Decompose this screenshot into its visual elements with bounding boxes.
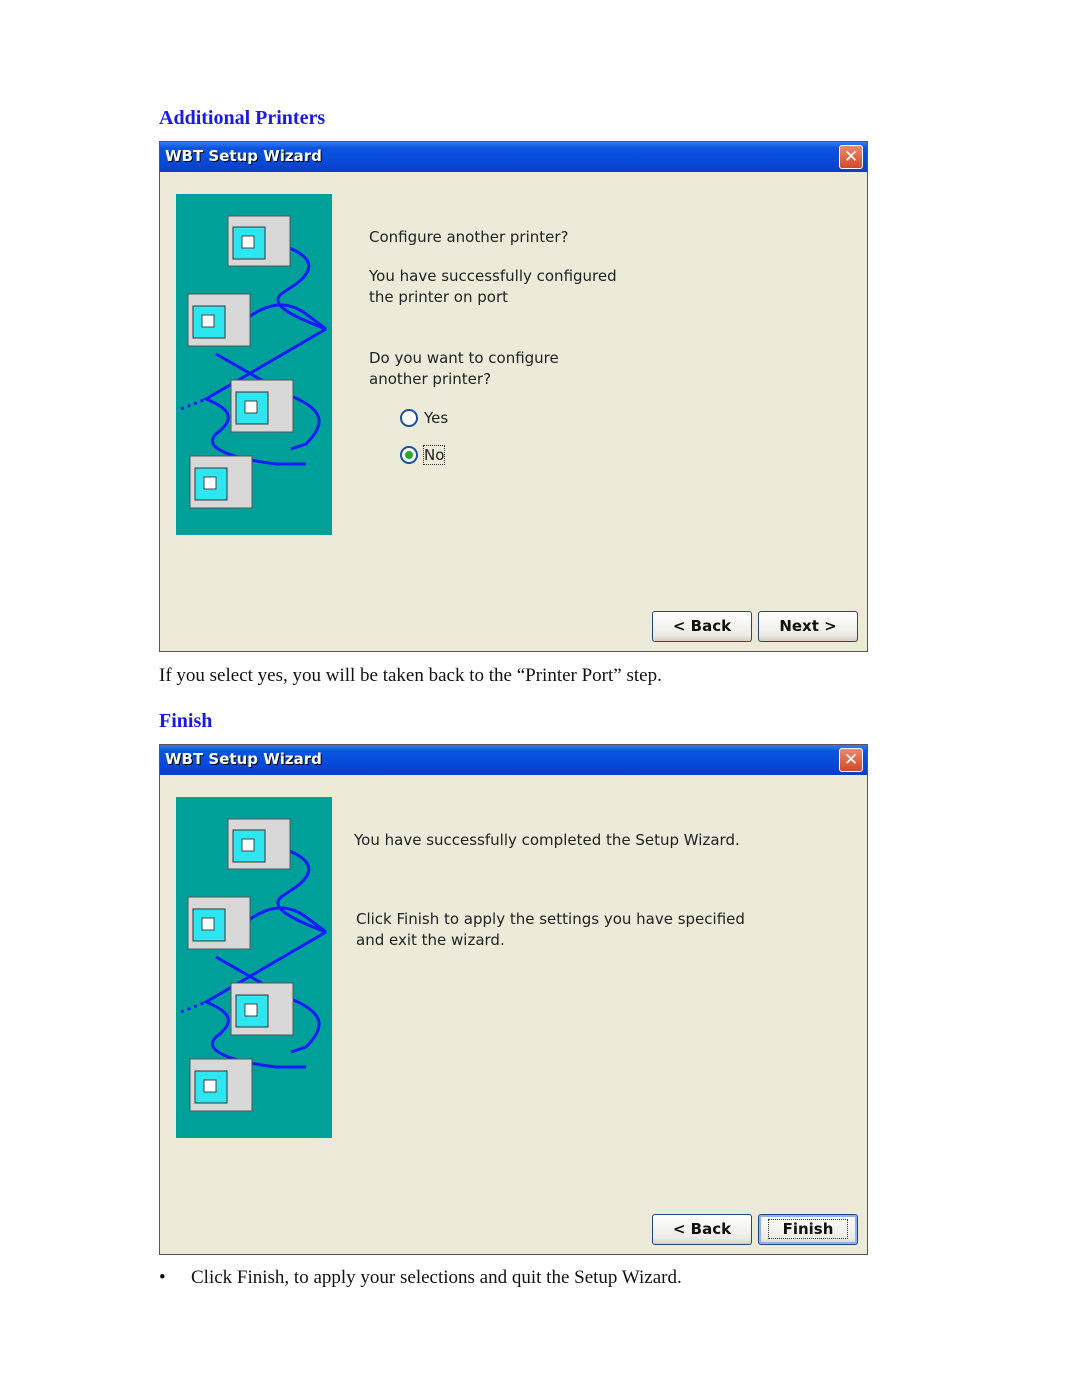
back-button[interactable]: < Back bbox=[652, 611, 752, 642]
wizard-window-additional-printers: WBT Setup Wizard ✕ Configure another pri… bbox=[159, 141, 868, 652]
close-button[interactable]: ✕ bbox=[839, 748, 863, 772]
computer-icon-2 bbox=[187, 293, 251, 347]
caption-printer-port: If you select yes, you will be taken bac… bbox=[159, 665, 662, 686]
computer-icon-3 bbox=[230, 982, 294, 1036]
computer-icon-3 bbox=[230, 379, 294, 433]
title-bar[interactable]: WBT Setup Wizard ✕ bbox=[160, 745, 867, 775]
radio-yes-label[interactable]: Yes bbox=[424, 409, 448, 427]
title-bar[interactable]: WBT Setup Wizard ✕ bbox=[160, 142, 867, 172]
instruction-line-1: Click Finish to apply the settings you h… bbox=[356, 910, 745, 928]
success-line-2: the printer on port bbox=[369, 288, 508, 306]
wizard-window-finish: WBT Setup Wizard ✕ You have successfully… bbox=[159, 744, 868, 1255]
window-title: WBT Setup Wizard bbox=[165, 750, 322, 768]
bullet-finish-instruction: Click Finish, to apply your selections a… bbox=[191, 1267, 682, 1288]
success-line-1: You have successfully configured bbox=[369, 267, 617, 285]
instruction-line-2: and exit the wizard. bbox=[356, 931, 505, 949]
question-line-1: Do you want to configure bbox=[369, 349, 559, 367]
radio-no-label[interactable]: No bbox=[422, 445, 446, 465]
section-heading-additional-printers: Additional Printers bbox=[159, 107, 326, 129]
computer-icon-2 bbox=[187, 896, 251, 950]
close-icon: ✕ bbox=[843, 147, 859, 167]
network-computers-illustration bbox=[176, 797, 332, 1138]
prompt-title: Configure another printer? bbox=[369, 228, 569, 246]
back-button[interactable]: < Back bbox=[652, 1214, 752, 1245]
question-line-2: another printer? bbox=[369, 370, 492, 388]
close-icon: ✕ bbox=[843, 750, 859, 770]
next-button[interactable]: Next > bbox=[758, 611, 858, 642]
computer-icon-1 bbox=[227, 818, 291, 870]
computer-icon-4 bbox=[189, 455, 253, 509]
computer-icon-1 bbox=[227, 215, 291, 267]
computer-icon-4 bbox=[189, 1058, 253, 1112]
completed-text: You have successfully completed the Setu… bbox=[354, 831, 740, 849]
radio-yes[interactable] bbox=[400, 409, 418, 427]
close-button[interactable]: ✕ bbox=[839, 145, 863, 169]
radio-no[interactable] bbox=[400, 446, 418, 464]
window-title: WBT Setup Wizard bbox=[165, 147, 322, 165]
finish-button-label: Finish bbox=[767, 1219, 849, 1239]
finish-button[interactable]: Finish bbox=[758, 1214, 858, 1245]
network-computers-illustration bbox=[176, 194, 332, 535]
bullet-dot: • bbox=[159, 1267, 166, 1288]
section-heading-finish: Finish bbox=[159, 710, 213, 732]
